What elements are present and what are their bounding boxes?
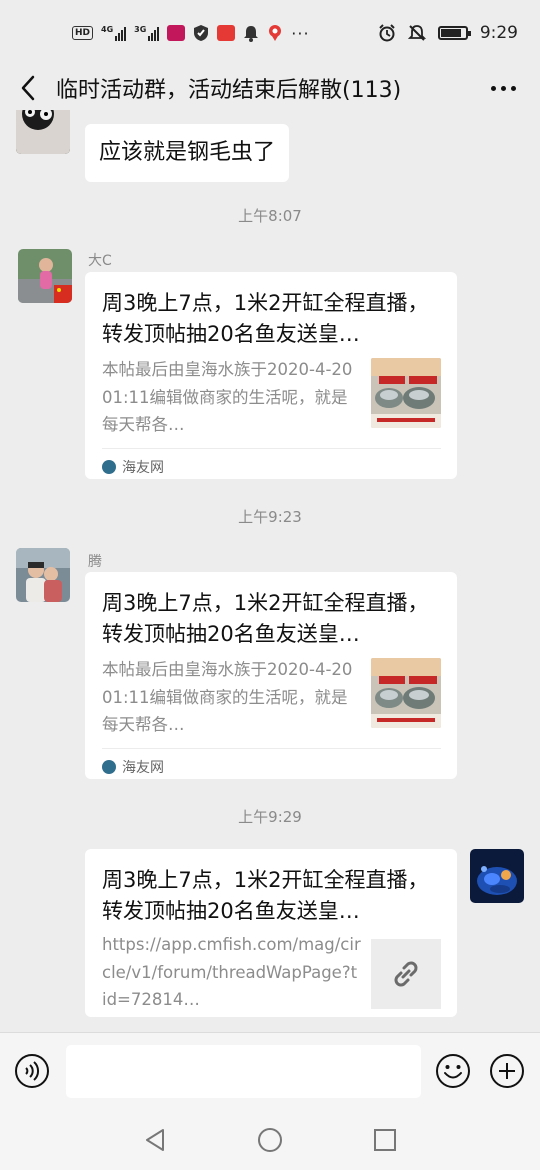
timestamp: 上午9:29 bbox=[238, 808, 302, 826]
source-name: 海友网 bbox=[122, 459, 164, 476]
more-options-button[interactable] bbox=[491, 85, 516, 91]
system-nav-bar bbox=[0, 1110, 540, 1170]
app-notification-icon bbox=[217, 25, 236, 41]
card-thumbnail bbox=[371, 658, 441, 728]
avatar[interactable] bbox=[18, 249, 72, 303]
link-card[interactable]: 周3晚上7点，1米2开缸全程直播，转发顶帖抽20名鱼友送皇… 本帖最后由皇海水族… bbox=[85, 572, 457, 779]
shield-icon bbox=[194, 25, 209, 41]
avatar[interactable] bbox=[16, 110, 70, 154]
chevron-left-icon bbox=[21, 75, 35, 101]
location-icon bbox=[269, 25, 282, 41]
card-url: https://app.cmfish.com/mag/circle/v1/for… bbox=[102, 935, 361, 1009]
alarm-icon bbox=[379, 24, 395, 42]
card-thumbnail bbox=[371, 358, 441, 428]
timestamp: 上午9:23 bbox=[238, 508, 302, 526]
hd-badge: HD bbox=[72, 26, 94, 40]
message-text: 应该就是钢毛虫了 bbox=[99, 140, 276, 165]
clock: 9:29 bbox=[479, 23, 518, 43]
source-logo-icon bbox=[102, 759, 116, 774]
source-name: 海友网 bbox=[122, 759, 164, 776]
nav-home-button[interactable] bbox=[256, 1126, 284, 1154]
card-description: 本帖最后由皇海水族于2020-4-2001:11编辑做商家的生活呢，就是每天帮各… bbox=[102, 660, 353, 734]
more-notifications-icon: ··· bbox=[291, 23, 310, 43]
nav-back-button[interactable] bbox=[141, 1126, 169, 1154]
chat-area[interactable]: 应该就是钢毛虫了 上午8:07 大C 周3晚上7点，1米2开缸全程直播，转发顶帖… bbox=[0, 110, 540, 1032]
chat-header: 临时活动群，活动结束后解散(113) bbox=[0, 66, 540, 110]
link-card[interactable]: 周3晚上7点，1米2开缸全程直播，转发顶帖抽20名鱼友送皇… https://a… bbox=[85, 849, 457, 1017]
card-title: 周3晚上7点，1米2开缸全程直播，转发顶帖抽20名鱼友送皇… bbox=[102, 591, 429, 646]
emoji-button[interactable] bbox=[435, 1053, 471, 1089]
card-description: 本帖最后由皇海水族于2020-4-2001:11编辑做商家的生活呢，就是每天帮各… bbox=[102, 360, 353, 434]
input-bar bbox=[0, 1032, 540, 1110]
add-attachment-button[interactable] bbox=[489, 1053, 525, 1089]
sender-name: 大C bbox=[88, 253, 112, 269]
link-icon bbox=[394, 961, 418, 987]
dot-icon bbox=[491, 85, 496, 91]
link-card[interactable]: 周3晚上7点，1米2开缸全程直播，转发顶帖抽20名鱼友送皇… 本帖最后由皇海水族… bbox=[85, 272, 457, 479]
dot-icon bbox=[501, 85, 506, 91]
back-button[interactable] bbox=[0, 66, 56, 110]
card-title: 周3晚上7点，1米2开缸全程直播，转发顶帖抽20名鱼友送皇… bbox=[102, 868, 429, 923]
link-thumbnail bbox=[371, 939, 441, 1009]
meituan-notification-icon bbox=[167, 25, 186, 41]
message-input[interactable] bbox=[66, 1045, 421, 1098]
nav-recents-button[interactable] bbox=[371, 1126, 399, 1154]
source-logo-icon bbox=[102, 459, 116, 474]
dot-icon bbox=[511, 85, 516, 91]
signal-4g-icon: 4G bbox=[101, 25, 127, 41]
avatar[interactable] bbox=[16, 548, 70, 602]
mute-bell-icon bbox=[407, 25, 426, 41]
signal-3g-icon: 3G bbox=[134, 25, 160, 41]
card-source: 海友网 bbox=[102, 448, 441, 484]
avatar[interactable] bbox=[470, 849, 524, 903]
sender-name: 腾 bbox=[88, 554, 102, 570]
chat-title: 临时活动群，活动结束后解散(113) bbox=[56, 78, 402, 103]
voice-toggle-button[interactable] bbox=[14, 1053, 50, 1089]
timestamp: 上午8:07 bbox=[238, 207, 302, 225]
battery-icon bbox=[437, 26, 471, 40]
card-title: 周3晚上7点，1米2开缸全程直播，转发顶帖抽20名鱼友送皇… bbox=[102, 291, 429, 346]
status-bar: HD 4G 3G ··· 9:29 bbox=[0, 0, 540, 66]
bell-icon bbox=[244, 26, 259, 42]
card-source: 海友网 bbox=[102, 748, 441, 784]
message-bubble[interactable]: 应该就是钢毛虫了 bbox=[85, 124, 290, 182]
